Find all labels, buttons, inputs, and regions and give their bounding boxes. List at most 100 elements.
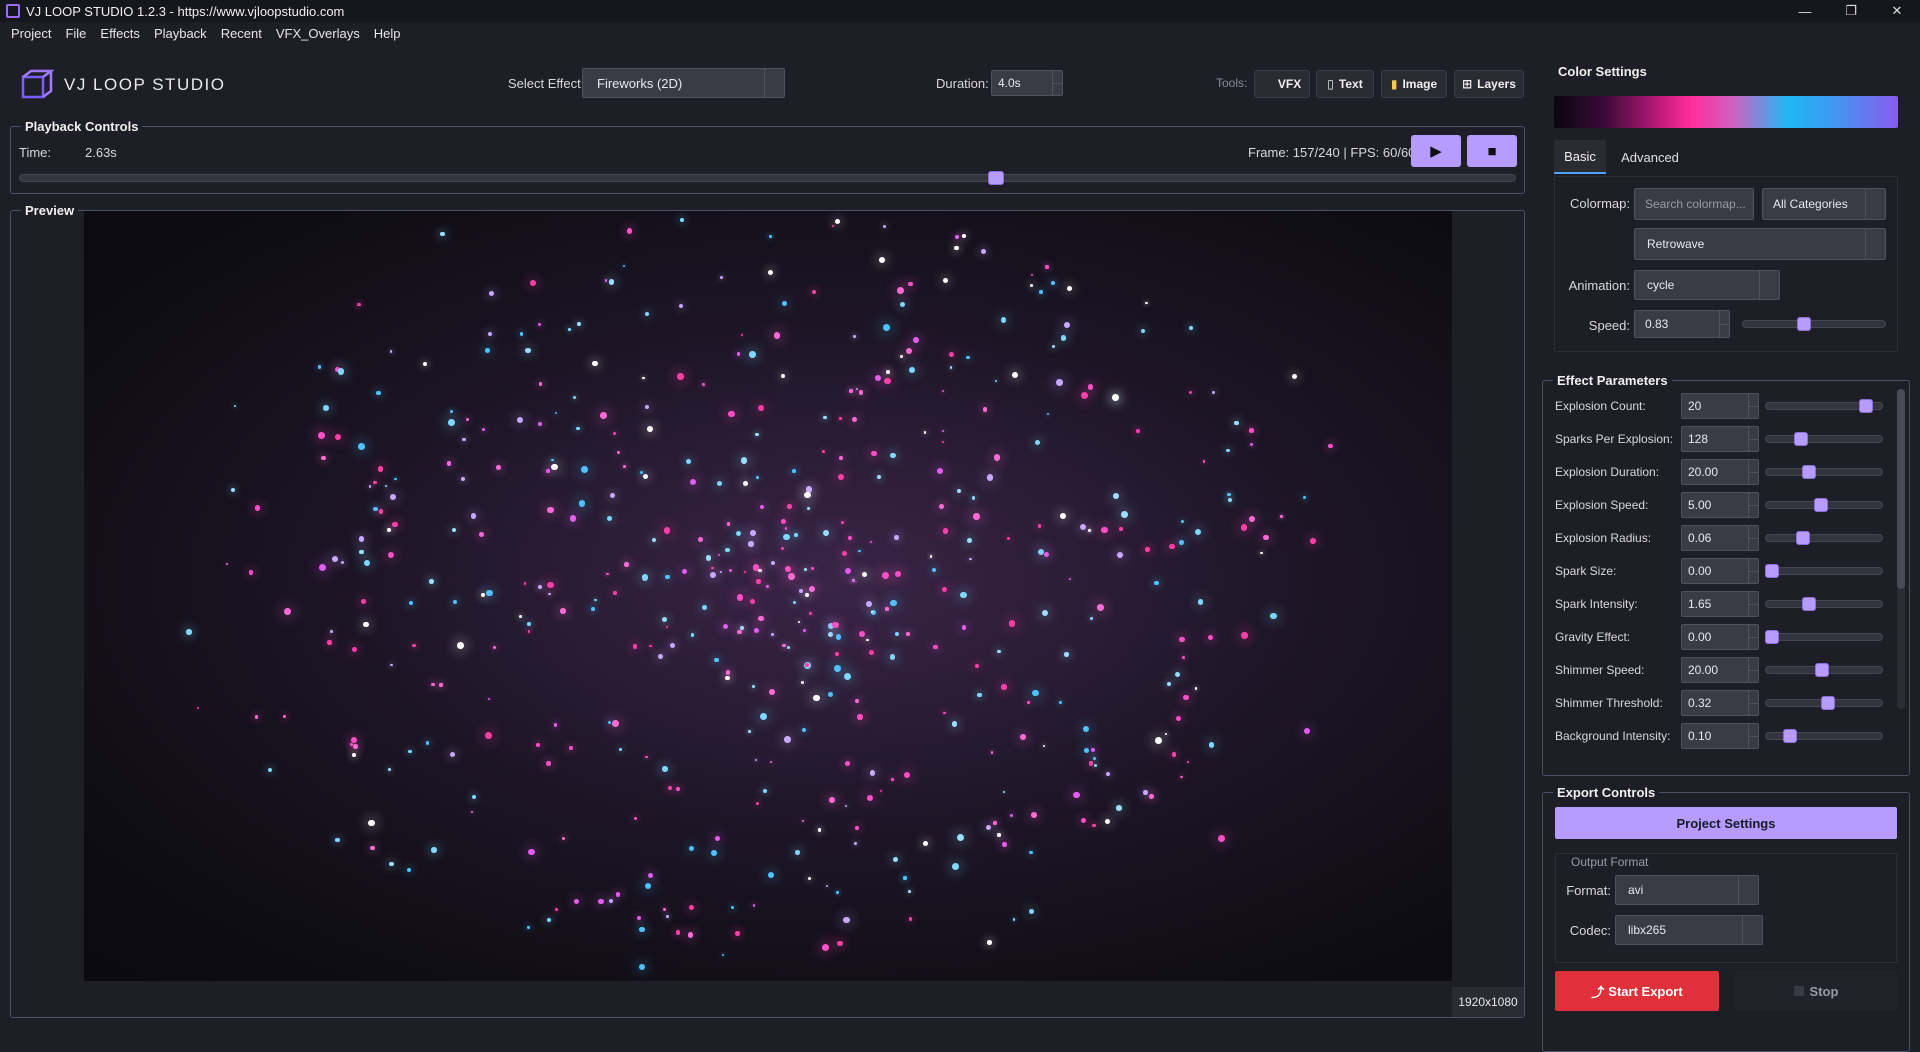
param-spinbox[interactable]: 128	[1681, 426, 1759, 452]
spin-arrows-icon[interactable]	[1748, 460, 1758, 484]
spark-particle	[616, 450, 621, 455]
spark-particle	[1082, 725, 1089, 733]
menu-help[interactable]: Help	[367, 26, 408, 41]
spin-arrows-icon[interactable]	[1748, 592, 1758, 616]
animation-select[interactable]: cycle	[1634, 270, 1780, 300]
layers-tool-button[interactable]: ⊞ Layers	[1454, 70, 1524, 98]
spark-particle	[835, 634, 842, 640]
stop-button[interactable]: ■	[1467, 135, 1517, 167]
start-export-button[interactable]: ⤴ Start Export	[1555, 971, 1719, 1011]
colormap-select[interactable]: Retrowave	[1634, 228, 1886, 260]
spark-particle	[1038, 290, 1043, 295]
spark-particle	[909, 366, 916, 373]
param-spinbox[interactable]: 20	[1681, 393, 1759, 419]
format-select[interactable]: avi	[1615, 875, 1759, 905]
spark-particle	[852, 334, 856, 338]
spin-arrows-icon[interactable]	[1748, 658, 1758, 682]
param-slider-handle[interactable]	[1765, 630, 1779, 644]
param-spinbox[interactable]: 0.32	[1681, 690, 1759, 716]
spark-particle	[327, 640, 332, 645]
stop-square-icon	[1793, 986, 1804, 996]
param-slider-handle[interactable]	[1765, 564, 1779, 578]
param-slider[interactable]	[1765, 435, 1883, 443]
colormap-search-input[interactable]: Search colormap...	[1634, 188, 1754, 220]
effect-select[interactable]: Fireworks (2D)	[582, 68, 785, 98]
param-slider-handle[interactable]	[1821, 696, 1836, 710]
param-spinbox[interactable]: 1.65	[1681, 591, 1759, 617]
menu-effects[interactable]: Effects	[93, 26, 147, 41]
spin-arrows-icon[interactable]	[1052, 71, 1062, 95]
speed-slider[interactable]	[1742, 320, 1886, 328]
stop-export-button[interactable]: Stop	[1735, 971, 1897, 1011]
param-slider-handle[interactable]	[1858, 399, 1873, 413]
param-slider-handle[interactable]	[1782, 729, 1797, 743]
spark-particle	[841, 550, 847, 556]
param-slider[interactable]	[1765, 468, 1883, 476]
param-slider-handle[interactable]	[1813, 498, 1828, 512]
params-scrollbar-thumb[interactable]	[1897, 389, 1905, 589]
spark-particle	[561, 836, 566, 841]
spark-particle	[456, 642, 464, 650]
spin-arrows-icon[interactable]	[1748, 559, 1758, 583]
menu-file[interactable]: File	[58, 26, 93, 41]
param-spinbox[interactable]: 0.10	[1681, 723, 1759, 749]
spark-particle	[1105, 819, 1111, 825]
param-slider[interactable]	[1765, 600, 1883, 608]
param-slider-handle[interactable]	[1794, 432, 1809, 446]
param-slider[interactable]	[1765, 567, 1883, 575]
spark-particle	[786, 645, 791, 649]
spark-particle	[1155, 736, 1163, 744]
spark-particle	[956, 833, 964, 841]
param-slider-handle[interactable]	[1802, 465, 1817, 479]
tab-advanced[interactable]: Advanced	[1610, 140, 1690, 174]
spin-arrows-icon[interactable]	[1748, 625, 1758, 649]
param-spinbox[interactable]: 0.06	[1681, 525, 1759, 551]
param-spinbox[interactable]: 0.00	[1681, 558, 1759, 584]
timeline-slider[interactable]	[19, 174, 1516, 182]
speed-spinbox[interactable]: 0.83	[1634, 310, 1730, 338]
text-tool-button[interactable]: ▯ Text	[1316, 70, 1374, 98]
param-slider-handle[interactable]	[1796, 531, 1811, 545]
param-spinbox[interactable]: 0.00	[1681, 624, 1759, 650]
vfx-tool-button[interactable]: ✦ VFX	[1254, 70, 1310, 98]
minimize-icon[interactable]: —	[1782, 0, 1828, 22]
close-icon[interactable]: ✕	[1874, 0, 1920, 22]
restore-icon[interactable]: ❐	[1828, 0, 1874, 22]
param-spinbox[interactable]: 20.00	[1681, 657, 1759, 683]
spin-arrows-icon[interactable]	[1748, 526, 1758, 550]
duration-spinbox[interactable]: 4.0s	[991, 70, 1063, 96]
preview-canvas[interactable]	[84, 211, 1452, 981]
spin-arrows-icon[interactable]	[1719, 311, 1729, 337]
params-scrollbar[interactable]	[1897, 389, 1905, 709]
param-slider-handle[interactable]	[1802, 597, 1817, 611]
image-tool-button[interactable]: ▮ Image	[1381, 70, 1447, 98]
speed-slider-handle[interactable]	[1796, 317, 1811, 331]
category-select[interactable]: All Categories	[1762, 188, 1886, 220]
menu-vfx-overlays[interactable]: VFX_Overlays	[269, 26, 367, 41]
spin-arrows-icon[interactable]	[1748, 394, 1758, 418]
spark-particle	[773, 332, 781, 339]
tab-basic[interactable]: Basic	[1554, 140, 1606, 174]
spark-particle	[1248, 516, 1255, 523]
spark-particle	[518, 615, 522, 619]
param-spinbox[interactable]: 5.00	[1681, 492, 1759, 518]
param-slider[interactable]	[1765, 633, 1883, 641]
spark-particle	[941, 429, 945, 432]
param-spinbox[interactable]: 20.00	[1681, 459, 1759, 485]
param-slider[interactable]	[1765, 534, 1883, 542]
spin-arrows-icon[interactable]	[1748, 427, 1758, 451]
spark-particle	[894, 570, 901, 577]
menu-playback[interactable]: Playback	[147, 26, 214, 41]
spark-particle	[803, 568, 807, 572]
param-slider-handle[interactable]	[1814, 663, 1829, 677]
codec-select[interactable]: libx265	[1615, 915, 1763, 945]
spark-particle	[923, 840, 928, 846]
spin-arrows-icon[interactable]	[1748, 493, 1758, 517]
spin-arrows-icon[interactable]	[1748, 691, 1758, 715]
play-button[interactable]: ▶	[1411, 135, 1461, 167]
project-settings-button[interactable]: Project Settings	[1555, 807, 1897, 839]
spin-arrows-icon[interactable]	[1748, 724, 1758, 748]
menu-project[interactable]: Project	[4, 26, 58, 41]
timeline-handle[interactable]	[987, 171, 1004, 185]
menu-recent[interactable]: Recent	[214, 26, 269, 41]
